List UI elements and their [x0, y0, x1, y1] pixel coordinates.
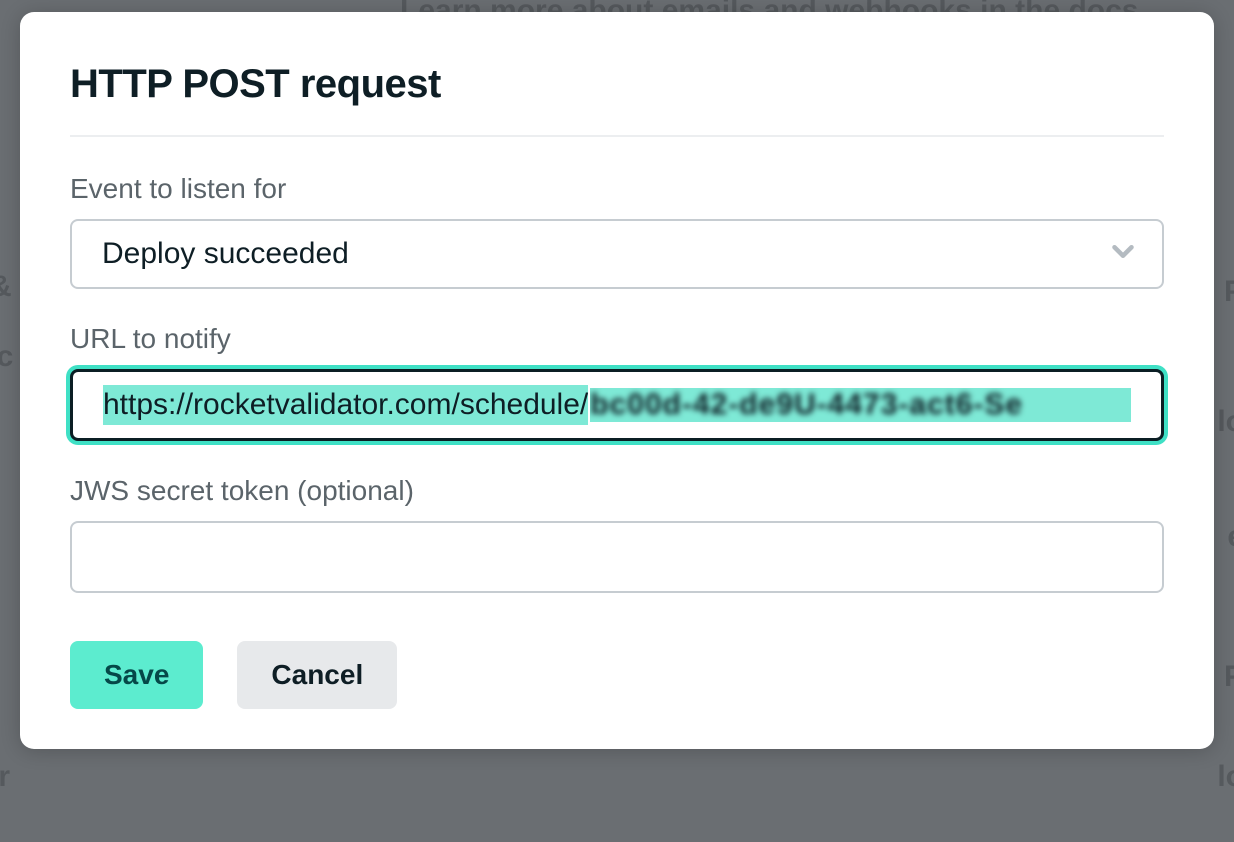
url-input[interactable]: https://rocketvalidator.com/schedule/ bc… — [70, 369, 1164, 441]
label-url: URL to notify — [70, 323, 1164, 355]
field-event: Event to listen for Deploy succeeded — [70, 173, 1164, 289]
cancel-button[interactable]: Cancel — [237, 641, 397, 709]
save-button[interactable]: Save — [70, 641, 203, 709]
url-input-obscured: bc00d-42-de9U-4473-act6-Se — [590, 388, 1131, 422]
field-secret: JWS secret token (optional) — [70, 475, 1164, 593]
field-url: URL to notify https://rocketvalidator.co… — [70, 323, 1164, 441]
event-select-value: Deploy succeeded — [102, 237, 349, 271]
secret-input[interactable] — [70, 521, 1164, 593]
http-post-request-modal: HTTP POST request Event to listen for De… — [20, 12, 1214, 749]
url-input-value: https://rocketvalidator.com/schedule/ — [103, 385, 588, 425]
event-select[interactable]: Deploy succeeded — [70, 219, 1164, 289]
label-secret: JWS secret token (optional) — [70, 475, 1164, 507]
label-event: Event to listen for — [70, 173, 1164, 205]
modal-title: HTTP POST request — [70, 62, 1164, 107]
divider — [70, 135, 1164, 137]
modal-actions: Save Cancel — [70, 641, 1164, 709]
